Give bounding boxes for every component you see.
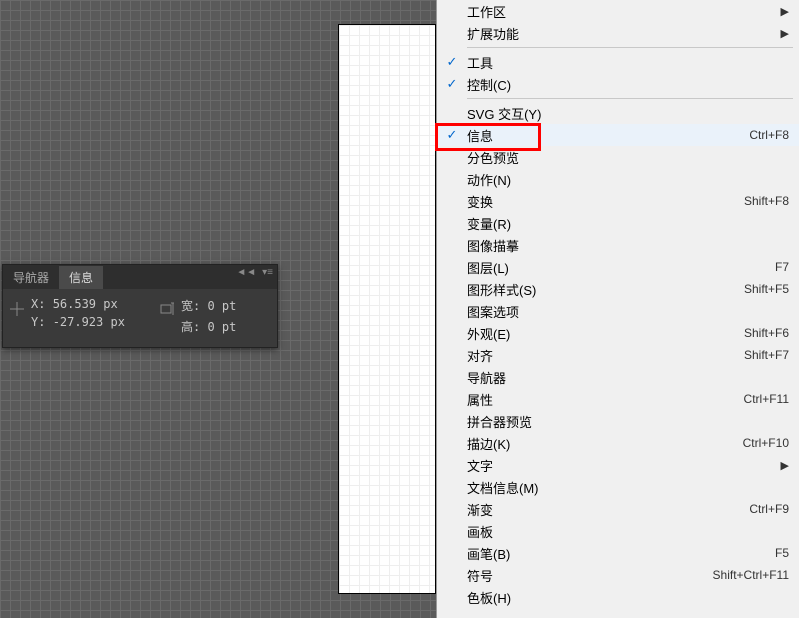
menu-shortcut: Ctrl+F11 <box>744 392 789 406</box>
info-width: 宽: 0 pt <box>181 297 236 314</box>
check-icon: ✓ <box>437 127 467 143</box>
menu-item-label: 动作(N) <box>467 170 789 189</box>
window-menu: 工作区▶扩展功能▶✓工具✓控制(C)SVG 交互(Y)✓信息Ctrl+F8分色预… <box>436 0 799 618</box>
menu-separator <box>437 44 799 51</box>
menu-item-label: 变量(R) <box>467 214 789 233</box>
info-y: Y: -27.923 px <box>31 315 125 329</box>
menu-item-label: 属性 <box>467 390 744 409</box>
menu-item-label: 画板 <box>467 522 789 541</box>
menu-item[interactable]: 拼合器预览 <box>437 410 799 432</box>
menu-item-label: 拼合器预览 <box>467 412 789 431</box>
menu-item[interactable]: 图形样式(S)Shift+F5 <box>437 278 799 300</box>
menu-item[interactable]: 导航器 <box>437 366 799 388</box>
menu-item[interactable]: 外观(E)Shift+F6 <box>437 322 799 344</box>
info-panel-tabs: 导航器 信息 ◄◄ ▾≡ <box>3 265 277 289</box>
menu-shortcut: Shift+F7 <box>744 348 789 362</box>
artboard[interactable] <box>338 24 436 594</box>
menu-item[interactable]: ✓控制(C) <box>437 73 799 95</box>
menu-item[interactable]: SVG 交互(Y) <box>437 102 799 124</box>
menu-item[interactable]: 图层(L)F7 <box>437 256 799 278</box>
menu-item-label: 导航器 <box>467 368 789 387</box>
menu-shortcut: F5 <box>775 546 789 560</box>
menu-item[interactable]: 画笔(B)F5 <box>437 542 799 564</box>
menu-shortcut: Ctrl+F10 <box>743 436 789 450</box>
submenu-arrow-icon: ▶ <box>781 5 789 18</box>
panel-menu-icon[interactable]: ▾≡ <box>262 267 273 278</box>
menu-item[interactable]: ✓工具 <box>437 51 799 73</box>
menu-item-label: 工具 <box>467 53 789 72</box>
submenu-arrow-icon: ▶ <box>781 27 789 40</box>
menu-shortcut: Shift+F5 <box>744 282 789 296</box>
menu-shortcut: Shift+F8 <box>744 194 789 208</box>
dimension-icon <box>159 301 175 317</box>
menu-item[interactable]: 渐变Ctrl+F9 <box>437 498 799 520</box>
menu-item-label: 变换 <box>467 192 744 211</box>
menu-item-label: 文档信息(M) <box>467 478 789 497</box>
menu-item-label: 工作区 <box>467 2 775 21</box>
menu-item[interactable]: 变换Shift+F8 <box>437 190 799 212</box>
check-icon: ✓ <box>437 54 467 70</box>
menu-shortcut: Shift+Ctrl+F11 <box>713 568 789 582</box>
menu-shortcut: Ctrl+F8 <box>749 128 789 142</box>
menu-item[interactable]: 文字 ▶ <box>437 454 799 476</box>
menu-item[interactable]: 图像描摹 <box>437 234 799 256</box>
crosshair-icon <box>9 301 25 317</box>
menu-item-label: 信息 <box>467 126 749 145</box>
menu-item[interactable]: 画板 <box>437 520 799 542</box>
menu-item[interactable]: 分色预览 <box>437 146 799 168</box>
menu-item-label: 分色预览 <box>467 148 789 167</box>
info-height: 高: 0 pt <box>181 318 236 335</box>
submenu-arrow-icon: ▶ <box>781 459 789 472</box>
menu-item[interactable]: 工作区 ▶ <box>437 0 799 22</box>
menu-item[interactable]: ✓信息Ctrl+F8 <box>437 124 799 146</box>
menu-item[interactable]: 动作(N) <box>437 168 799 190</box>
collapse-icon[interactable]: ◄◄ <box>236 267 256 278</box>
menu-item-label: 图案选项 <box>467 302 789 321</box>
menu-item[interactable]: 对齐Shift+F7 <box>437 344 799 366</box>
menu-item-label: 图形样式(S) <box>467 280 744 299</box>
menu-item-label: 对齐 <box>467 346 744 365</box>
menu-item[interactable]: 色板(H) <box>437 586 799 608</box>
menu-item-label: 外观(E) <box>467 324 744 343</box>
tab-navigator[interactable]: 导航器 <box>3 266 59 289</box>
menu-item-label: 扩展功能 <box>467 24 775 43</box>
menu-item-label: SVG 交互(Y) <box>467 104 789 123</box>
menu-item-label: 图像描摹 <box>467 236 789 255</box>
menu-item-label: 描边(K) <box>467 434 743 453</box>
menu-item[interactable]: 文档信息(M) <box>437 476 799 498</box>
menu-item[interactable]: 属性Ctrl+F11 <box>437 388 799 410</box>
menu-item-label: 控制(C) <box>467 75 789 94</box>
menu-item-label: 文字 <box>467 456 775 475</box>
menu-item-label: 渐变 <box>467 500 749 519</box>
info-panel: 导航器 信息 ◄◄ ▾≡ X: 56.539 px Y: -27.923 px <box>2 264 278 348</box>
tab-info[interactable]: 信息 <box>59 266 103 289</box>
menu-shortcut: Ctrl+F9 <box>749 502 789 516</box>
info-x: X: 56.539 px <box>31 297 125 311</box>
info-panel-body: X: 56.539 px Y: -27.923 px 宽: 0 pt 高: 0 … <box>3 289 277 347</box>
menu-separator <box>437 95 799 102</box>
menu-item[interactable]: 符号Shift+Ctrl+F11 <box>437 564 799 586</box>
menu-item[interactable]: 扩展功能 ▶ <box>437 22 799 44</box>
check-icon: ✓ <box>437 76 467 92</box>
menu-item[interactable]: 图案选项 <box>437 300 799 322</box>
menu-item-label: 图层(L) <box>467 258 775 277</box>
menu-shortcut: Shift+F6 <box>744 326 789 340</box>
menu-item[interactable]: 变量(R) <box>437 212 799 234</box>
panel-controls: ◄◄ ▾≡ <box>236 267 273 278</box>
menu-item-label: 色板(H) <box>467 588 789 607</box>
menu-item-label: 符号 <box>467 566 713 585</box>
menu-shortcut: F7 <box>775 260 789 274</box>
menu-item[interactable]: 描边(K)Ctrl+F10 <box>437 432 799 454</box>
menu-item-label: 画笔(B) <box>467 544 775 563</box>
